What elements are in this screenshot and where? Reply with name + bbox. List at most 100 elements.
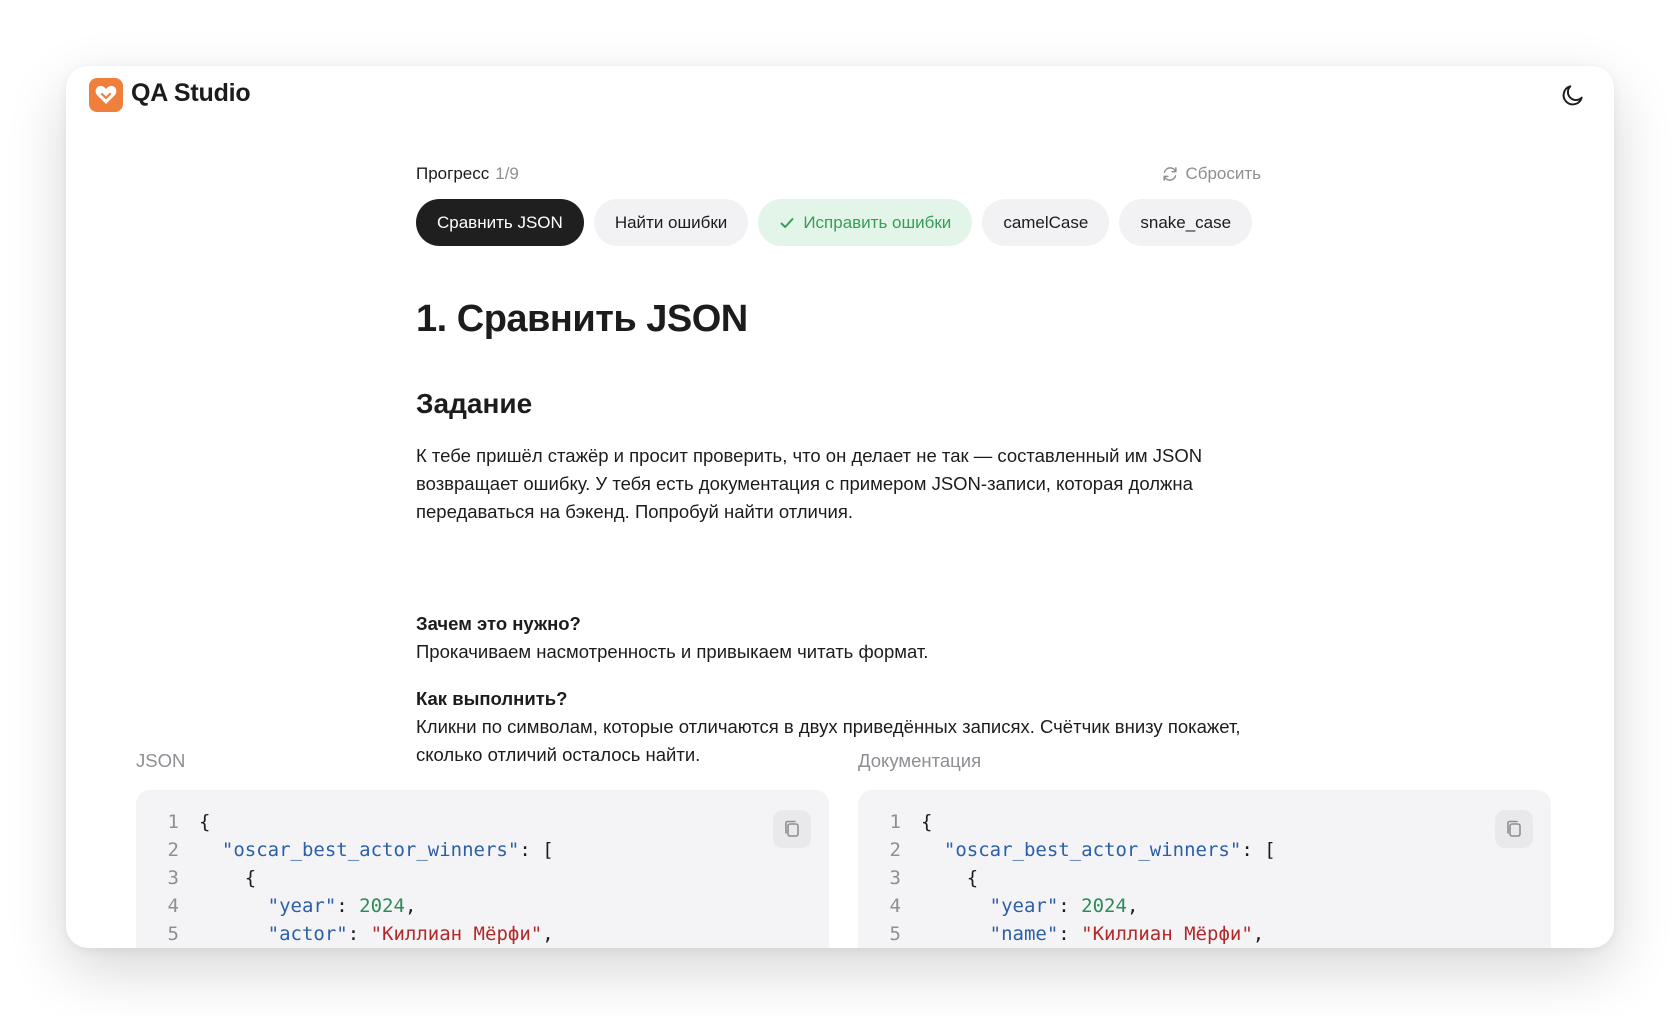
check-icon [779, 215, 795, 231]
reset-label: Сбросить [1185, 164, 1261, 183]
tab-label: snake_case [1140, 212, 1232, 232]
code-text: "oscar_best_actor_winners": [ [921, 836, 1276, 864]
tab-label: camelCase [1003, 212, 1089, 232]
tab-fix-errors[interactable]: Исправить ошибки [758, 199, 973, 246]
code-text: { [199, 864, 256, 892]
copy-icon [782, 819, 802, 839]
docs-panel-label: Документация [858, 750, 982, 771]
lesson-tabs: Сравнить JSON Найти ошибки Исправить оши… [416, 199, 1253, 246]
code-punctuation: { [921, 811, 933, 833]
code-punctuation: : [347, 923, 371, 945]
code-token[interactable]: "actor" [268, 923, 348, 945]
code-token[interactable]: "year" [268, 895, 337, 917]
line-number: 5 [167, 923, 179, 945]
progress-title: Прогресс [416, 164, 490, 183]
tab-compare-json[interactable]: Сравнить JSON [416, 199, 584, 246]
line-number: 4 [167, 895, 179, 917]
code-line: 2 "oscar_best_actor_winners": [ [858, 836, 1551, 864]
line-number: 3 [889, 867, 901, 889]
code-token[interactable]: 2024 [1081, 895, 1127, 917]
task-text: К тебе пришёл стажёр и просит проверить,… [416, 445, 1203, 522]
docs-code-lines: 1{2 "oscar_best_actor_winners": [3 {4 "y… [858, 808, 1551, 948]
code-punctuation: : [ [1241, 839, 1276, 861]
lesson-title: 1. Сравнить JSON [416, 298, 748, 340]
line-number: 5 [889, 923, 901, 945]
code-line: 3 { [858, 864, 1551, 892]
code-text: "name": "Киллиан Мёрфи", [921, 920, 1265, 948]
code-line: 2 "oscar_best_actor_winners": [ [136, 836, 829, 864]
code-punctuation: { [199, 867, 257, 889]
code-line: 5 "actor": "Киллиан Мёрфи", [136, 920, 829, 948]
progress-count: 1/9 [495, 164, 519, 183]
code-line: 4 "year": 2024, [858, 892, 1551, 920]
code-punctuation: : [1058, 923, 1082, 945]
tab-find-errors[interactable]: Найти ошибки [593, 199, 749, 246]
tab-camelcase[interactable]: camelCase [982, 199, 1110, 246]
code-token[interactable]: 2024 [359, 895, 405, 917]
progress-label: Прогресс 1/9 [416, 164, 519, 184]
code-line: 1{ [858, 808, 1551, 836]
how-text: Кликни по символам, которые отличаются в… [416, 716, 1241, 765]
code-punctuation: : [1058, 895, 1082, 917]
tabs-fade-overlay [1251, 199, 1301, 246]
app-window: QA Studio Прогресс 1/9 Сбросить Сравнить… [66, 66, 1614, 948]
top-bar: QA Studio [66, 66, 1614, 126]
line-number: 1 [889, 811, 901, 833]
line-number: 2 [167, 839, 179, 861]
task-heading: Задание [416, 388, 533, 419]
code-text: { [199, 808, 210, 836]
refresh-icon [1161, 165, 1179, 183]
code-punctuation [199, 839, 222, 861]
code-text: "actor": "Киллиан Мёрфи", [199, 920, 554, 948]
code-token[interactable]: "year" [990, 895, 1059, 917]
line-number: 4 [889, 895, 901, 917]
code-punctuation [921, 923, 990, 945]
json-panel-label: JSON [136, 750, 186, 771]
progress-row: Прогресс 1/9 Сбросить [416, 164, 1261, 188]
code-token[interactable]: "Киллиан Мёрфи" [1081, 923, 1253, 945]
code-punctuation [199, 895, 268, 917]
code-text: "year": 2024, [199, 892, 417, 920]
code-punctuation: : [336, 895, 360, 917]
reset-button[interactable]: Сбросить [1161, 164, 1261, 184]
code-line: 4 "year": 2024, [136, 892, 829, 920]
why-heading: Зачем это нужно? [416, 613, 581, 634]
copy-json-button[interactable] [773, 810, 811, 848]
line-number: 2 [889, 839, 901, 861]
code-punctuation: { [199, 811, 211, 833]
code-line: 5 "name": "Киллиан Мёрфи", [858, 920, 1551, 948]
code-text: { [921, 864, 978, 892]
code-punctuation: , [1252, 923, 1265, 945]
code-token[interactable]: "name" [990, 923, 1059, 945]
copy-docs-button[interactable] [1495, 810, 1533, 848]
code-text: "oscar_best_actor_winners": [ [199, 836, 554, 864]
line-number: 3 [167, 867, 179, 889]
json-code-panel: 1{2 "oscar_best_actor_winners": [3 {4 "y… [136, 790, 829, 948]
code-token[interactable]: "oscar_best_actor_winners" [222, 839, 519, 861]
code-punctuation: : [ [519, 839, 554, 861]
code-punctuation [921, 839, 944, 861]
copy-icon [1504, 819, 1524, 839]
code-punctuation: , [542, 923, 554, 945]
json-code-lines: 1{2 "oscar_best_actor_winners": [3 {4 "y… [136, 808, 829, 948]
moon-icon[interactable] [1558, 80, 1588, 110]
code-punctuation [921, 895, 990, 917]
heart-icon[interactable] [89, 78, 123, 112]
code-punctuation: , [404, 895, 417, 917]
code-line: 1{ [136, 808, 829, 836]
app-title: QA Studio [131, 79, 251, 107]
code-line: 3 { [136, 864, 829, 892]
code-punctuation [199, 923, 268, 945]
tab-snake-case[interactable]: snake_case [1119, 199, 1253, 246]
line-number: 1 [167, 811, 179, 833]
code-token[interactable]: "oscar_best_actor_winners" [944, 839, 1241, 861]
tab-label: Исправить ошибки [803, 212, 952, 232]
docs-code-panel: 1{2 "oscar_best_actor_winners": [3 {4 "y… [858, 790, 1551, 948]
code-token[interactable]: "Киллиан Мёрфи" [371, 923, 543, 945]
code-text: { [921, 808, 932, 836]
code-text: "year": 2024, [921, 892, 1139, 920]
tab-label: Найти ошибки [614, 212, 728, 232]
code-punctuation: { [921, 867, 979, 889]
tab-label: Сравнить JSON [437, 212, 563, 232]
why-text: Прокачиваем насмотренность и привыкаем ч… [416, 641, 929, 662]
